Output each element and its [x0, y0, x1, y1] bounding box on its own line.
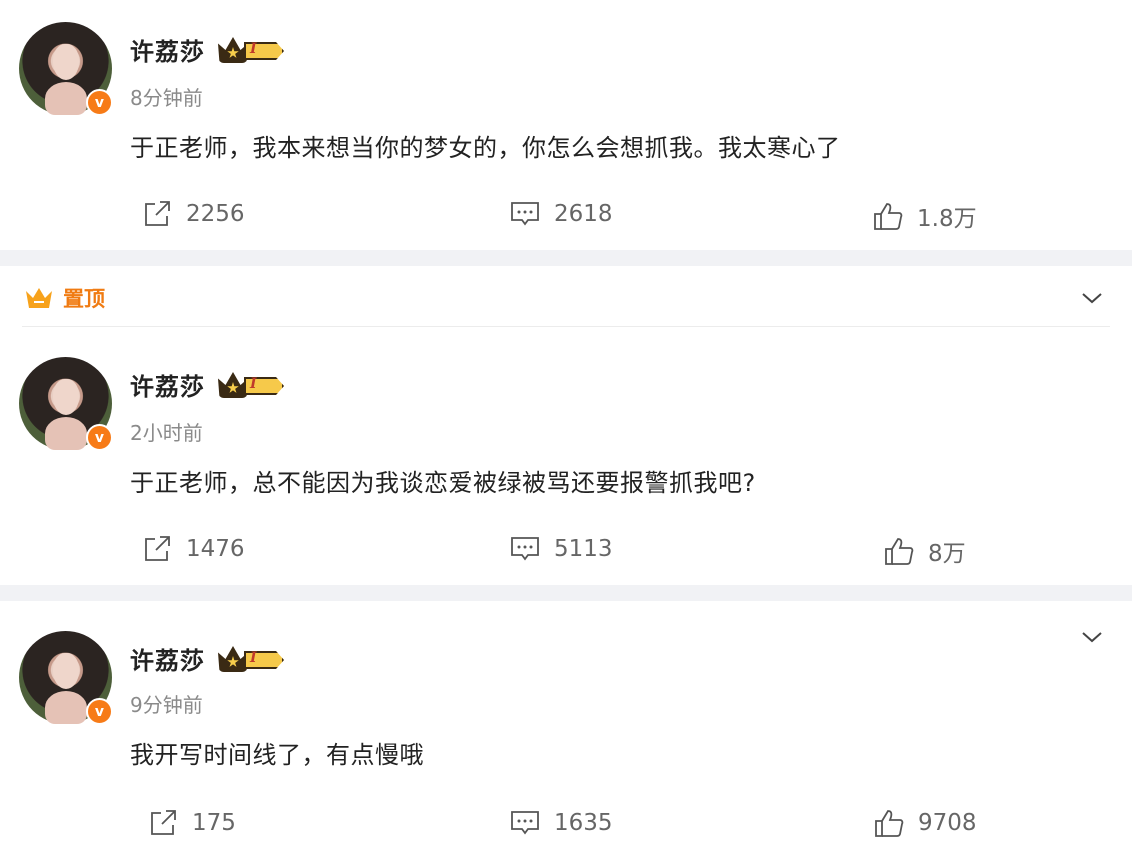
username[interactable]: 许荔莎: [130, 641, 205, 676]
comment-button[interactable]: 5113: [510, 535, 613, 563]
pinned-crown-icon: [26, 288, 52, 308]
share-count: 1476: [186, 536, 245, 562]
verified-badge-icon: v: [86, 424, 113, 451]
like-icon: [875, 810, 904, 837]
verified-badge-icon: v: [86, 698, 113, 725]
pinned-label: 置顶: [63, 287, 105, 311]
comment-count: 5113: [554, 536, 613, 562]
avatar-neck: [45, 82, 87, 115]
share-count: 175: [192, 810, 236, 836]
comment-icon: [511, 537, 539, 561]
comment-icon: [511, 811, 539, 835]
share-button[interactable]: 1476: [142, 535, 245, 563]
comment-button[interactable]: 2618: [510, 200, 613, 228]
like-button[interactable]: 9708: [874, 808, 977, 838]
chevron-down-icon[interactable]: [1080, 286, 1104, 310]
post-card: v 许荔莎 I 9分钟前 我开写时间线了，有点慢哦 175 1635 9708: [0, 601, 1132, 860]
post-time[interactable]: 2小时前: [130, 417, 203, 446]
like-count: 9708: [918, 810, 977, 836]
post-time[interactable]: 9分钟前: [130, 689, 203, 718]
vip-level: I: [250, 650, 257, 666]
post-separator: [0, 250, 1132, 266]
vip-badge[interactable]: I: [218, 372, 288, 398]
post-content: 于正老师，总不能因为我谈恋爱被绿被骂还要报警抓我吧?: [130, 469, 756, 497]
post-content: 于正老师，我本来想当你的梦女的，你怎么会想抓我。我太寒心了: [130, 134, 841, 162]
like-count: 8万: [928, 541, 966, 567]
avatar[interactable]: v: [19, 631, 113, 725]
avatar-face: [53, 44, 79, 80]
share-icon: [145, 201, 170, 226]
avatar-neck: [45, 691, 87, 724]
comment-button[interactable]: 1635: [510, 809, 613, 837]
post-card: v 许荔莎 I 8分钟前 于正老师，我本来想当你的梦女的，你怎么会想抓我。我太寒…: [0, 0, 1132, 250]
username[interactable]: 许荔莎: [130, 32, 205, 67]
share-button[interactable]: 175: [148, 809, 236, 837]
vip-level: I: [250, 376, 257, 392]
share-icon: [145, 536, 170, 561]
like-icon: [874, 203, 903, 230]
comment-icon: [511, 202, 539, 226]
avatar-neck: [45, 417, 87, 450]
chevron-down-icon[interactable]: [1080, 625, 1104, 649]
avatar-face: [53, 653, 79, 689]
vip-level: I: [250, 41, 257, 57]
avatar[interactable]: v: [19, 22, 113, 116]
comment-count: 1635: [554, 810, 613, 836]
avatar[interactable]: v: [19, 357, 113, 451]
post-separator: [0, 585, 1132, 601]
comment-count: 2618: [554, 201, 613, 227]
pinned-header: 置顶: [0, 266, 1132, 327]
like-button[interactable]: 1.8万: [873, 199, 977, 233]
like-icon: [885, 538, 914, 565]
like-count: 1.8万: [917, 206, 977, 232]
verified-badge-icon: v: [86, 89, 113, 116]
post-card: v 许荔莎 I 2小时前 于正老师，总不能因为我谈恋爱被绿被骂还要报警抓我吧? …: [0, 327, 1132, 585]
like-button[interactable]: 8万: [884, 534, 966, 568]
vip-badge[interactable]: I: [218, 646, 288, 672]
username[interactable]: 许荔莎: [130, 367, 205, 402]
post-time[interactable]: 8分钟前: [130, 82, 203, 111]
vip-badge[interactable]: I: [218, 37, 288, 63]
share-button[interactable]: 2256: [142, 200, 245, 228]
share-icon: [151, 810, 176, 835]
share-count: 2256: [186, 201, 245, 227]
post-content: 我开写时间线了，有点慢哦: [130, 741, 424, 769]
avatar-face: [53, 379, 79, 415]
